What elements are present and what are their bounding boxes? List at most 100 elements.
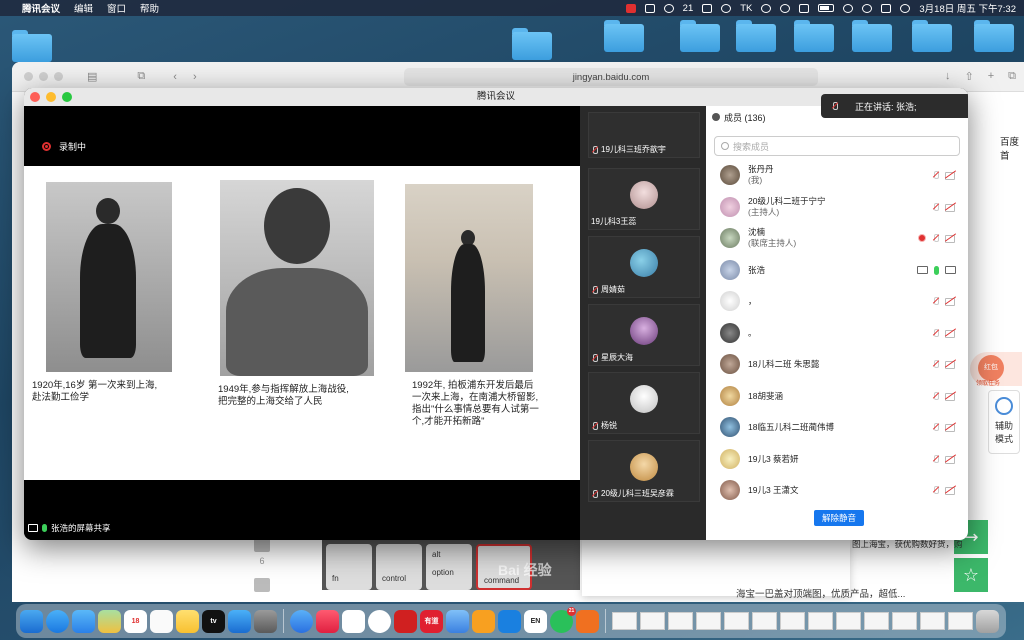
minimized-window-thumb[interactable] [836, 612, 861, 630]
minimize-dot[interactable] [39, 72, 48, 81]
video-tile[interactable]: 20级儿科三班吴彦霖 [588, 440, 700, 502]
trash-icon[interactable] [976, 609, 999, 633]
mic-muted-icon[interactable] [932, 360, 939, 368]
camera-off-icon[interactable] [945, 297, 956, 306]
member-row[interactable]: 18胡斐涵 [720, 381, 956, 411]
forward-icon[interactable]: › [193, 71, 197, 83]
share-icon[interactable]: ⇧ [964, 70, 973, 83]
calendar-icon[interactable]: 18 [124, 609, 147, 633]
desktop-folder-icon[interactable] [12, 30, 52, 62]
desktop-folder-icon[interactable] [512, 28, 552, 60]
siri-icon[interactable] [900, 3, 911, 13]
system-preferences-icon[interactable] [254, 609, 277, 633]
minimized-window-thumb[interactable] [724, 612, 749, 630]
video-tile[interactable]: 星辰大海 [588, 304, 700, 366]
fullscreen-button[interactable] [62, 92, 72, 102]
menu-help[interactable]: 帮助 [140, 1, 159, 15]
baidu-netdisk-icon[interactable] [446, 609, 469, 633]
tencent-meeting-icon[interactable] [290, 609, 313, 633]
minimized-window-thumb[interactable] [808, 612, 833, 630]
red-packet-badge[interactable]: 红包 领取任务 [970, 352, 1022, 387]
member-row[interactable]: 20级儿科二班于宁宁 (主持人) [720, 192, 956, 222]
mic-muted-icon[interactable] [932, 171, 939, 179]
camera-off-icon[interactable] [945, 486, 956, 495]
apple-tv-icon[interactable]: tv [202, 609, 225, 633]
minimized-window-thumb[interactable] [752, 612, 777, 630]
member-row[interactable]: 18儿科二班 朱思懿 [720, 349, 956, 379]
close-dot[interactable] [24, 72, 33, 81]
notes-icon[interactable] [176, 609, 199, 633]
bluetooth-icon[interactable] [761, 3, 772, 13]
maps-icon[interactable] [98, 609, 121, 633]
camera-off-icon[interactable] [945, 171, 956, 180]
camera-off-icon[interactable] [945, 392, 956, 401]
member-row[interactable]: ， [720, 286, 956, 316]
bottom-ad-text[interactable]: 海宝一巴盖对顶端图，优质产品，超低... [736, 586, 905, 600]
mail-icon[interactable] [72, 609, 95, 633]
video-tile[interactable]: 19儿科3王蕊 [588, 168, 700, 230]
airdrop-icon[interactable] [780, 3, 791, 13]
tk-label[interactable]: TK [740, 3, 752, 14]
desktop-folder-icon[interactable] [852, 20, 892, 52]
member-row[interactable]: 19儿3 蔡若妍 [720, 444, 956, 474]
wechat-icon[interactable] [663, 3, 674, 13]
desktop-folder-icon[interactable] [912, 20, 952, 52]
camera-off-icon[interactable] [945, 203, 956, 212]
datetime[interactable]: 3月18日 周五 下午7:32 [919, 1, 1016, 15]
video-tile[interactable]: 杨锐 [588, 372, 700, 434]
sidebar-icon[interactable]: ▤ [87, 70, 97, 83]
member-row[interactable]: 沈楠 (联席主持人) [720, 223, 956, 253]
app-store-icon[interactable] [228, 609, 251, 633]
tabs-icon[interactable]: ⧉ [137, 70, 145, 83]
mic-muted-icon[interactable] [932, 455, 939, 463]
member-row[interactable]: 张丹丹 (我) [720, 160, 956, 190]
member-row[interactable]: 19儿3 王潇文 [720, 475, 956, 505]
mic-muted-icon[interactable] [932, 297, 939, 305]
control-center-icon[interactable] [881, 3, 892, 13]
music-icon[interactable] [316, 609, 339, 633]
adobe-icon[interactable] [625, 3, 636, 13]
recording-indicator[interactable]: 录制中 [42, 140, 86, 153]
en-input-icon[interactable]: EN [524, 609, 547, 633]
wps-icon[interactable] [342, 609, 365, 633]
member-row[interactable]: 张浩 [720, 255, 956, 285]
camera-off-icon[interactable] [945, 455, 956, 464]
thumb-up-icon[interactable] [254, 538, 270, 552]
mic-muted-icon[interactable] [932, 203, 939, 211]
screenshot-icon[interactable] [702, 3, 713, 13]
menu-window[interactable]: 窗口 [107, 1, 126, 15]
camera-off-icon[interactable] [945, 329, 956, 338]
desktop-folder-icon[interactable] [680, 20, 720, 52]
download-icon[interactable]: ↓ [945, 70, 951, 83]
close-button[interactable] [30, 92, 40, 102]
minimized-window-thumb[interactable] [948, 612, 973, 630]
video-tile[interactable]: 周婧茹 [588, 236, 700, 298]
wps-icon[interactable] [644, 3, 655, 13]
desktop-folder-icon[interactable] [974, 20, 1014, 52]
books-icon[interactable] [472, 609, 495, 633]
mic-muted-icon[interactable] [932, 486, 939, 494]
mic-muted-icon[interactable] [932, 423, 939, 431]
minimize-button[interactable] [46, 92, 56, 102]
safari-icon[interactable] [46, 609, 69, 633]
minimized-window-thumb[interactable] [920, 612, 945, 630]
youdao-icon[interactable]: 有道 [420, 609, 443, 633]
reminders-icon[interactable] [150, 609, 173, 633]
member-row[interactable]: 。 [720, 318, 956, 348]
minimized-window-thumb[interactable] [864, 612, 889, 630]
desktop-folder-icon[interactable] [736, 20, 776, 52]
mic-muted-icon[interactable] [932, 329, 939, 337]
desktop-folder-icon[interactable] [794, 20, 834, 52]
baidu-home-link[interactable]: 百度首 [1000, 134, 1024, 162]
new-tab-icon[interactable]: + [988, 70, 994, 83]
minimized-window-thumb[interactable] [640, 612, 665, 630]
back-icon[interactable]: ‹ [173, 71, 177, 83]
camera-off-icon[interactable] [945, 234, 956, 243]
minimized-window-thumb[interactable] [668, 612, 693, 630]
favorite-star-button[interactable]: ☆ [954, 558, 988, 592]
thumb-down-icon[interactable] [254, 578, 270, 592]
minimized-window-thumb[interactable] [696, 612, 721, 630]
vpn-icon[interactable] [721, 3, 732, 13]
mic-muted-icon[interactable] [932, 392, 939, 400]
member-search-input[interactable]: 搜索成员 [714, 136, 960, 156]
